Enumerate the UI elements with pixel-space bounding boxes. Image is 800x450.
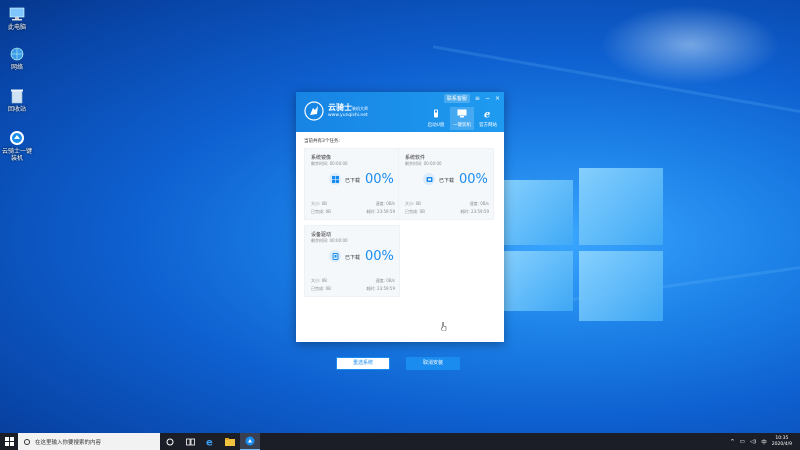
wallpaper-cloud xyxy=(600,5,780,85)
usb-icon xyxy=(434,109,438,118)
task-remaining: 剩余时间: 00:00:00 xyxy=(405,161,442,166)
system-tray: ^ ▭ ◁) 中 10:35 2020/4/9 xyxy=(730,433,800,450)
task-elapsed: 耗时: 23:59:59 xyxy=(366,209,395,214)
task-view-button[interactable] xyxy=(180,433,200,450)
windows-icon xyxy=(329,173,341,185)
svg-text:e: e xyxy=(206,438,213,447)
computer-icon xyxy=(8,6,26,22)
task-count: 当前共有3个任务: xyxy=(304,139,340,144)
task-done: 已完成: 0B xyxy=(405,209,425,214)
driver-icon xyxy=(329,250,341,262)
search-icon xyxy=(24,438,30,445)
window-controls: 联系客服 ≡ − × xyxy=(443,94,500,103)
hand-cursor-icon xyxy=(441,322,447,331)
brand-name: 云骑士装机大师 xyxy=(328,103,368,112)
menu-icon[interactable]: ≡ xyxy=(475,95,480,102)
task-name: 系统镜像 xyxy=(311,155,332,161)
task-percent: 00% xyxy=(365,172,394,187)
task-name: 系统软件 xyxy=(405,155,426,161)
task-size: 大小: 0B xyxy=(311,201,327,206)
svg-text:e: e xyxy=(484,110,490,119)
task-done: 已完成: 0B xyxy=(311,286,331,291)
task-size: 大小: 0B xyxy=(405,201,421,206)
edge-button[interactable]: e xyxy=(200,433,220,450)
task-percent: 00% xyxy=(365,249,394,264)
task-card-system-software: 系统软件 剩余时间: 00:00:00 已下载 00% 大小: 0B 速度: 0B… xyxy=(398,148,494,220)
taskbar-search[interactable]: 在这里输入你要搜索的内容 xyxy=(18,433,160,450)
task-status: 已下载 xyxy=(439,178,455,184)
task-status: 已下载 xyxy=(345,255,361,261)
brand: 云骑士装机大师 www.yunqishi.net xyxy=(304,101,368,121)
task-view-icon xyxy=(185,438,195,445)
task-speed: 速度: 0B/s xyxy=(375,278,395,283)
recycle-bin-icon xyxy=(8,88,26,104)
search-placeholder: 在这里输入你要搜索的内容 xyxy=(35,439,102,446)
yunqishi-icon xyxy=(8,130,26,146)
tab-one-click-install[interactable]: 一键装机 xyxy=(450,107,474,130)
knight-logo-icon xyxy=(304,101,324,121)
tab-official-site[interactable]: e 官方网站 xyxy=(476,107,500,130)
window-header: 云骑士装机大师 www.yunqishi.net 联系客服 ≡ − × 启动U盘… xyxy=(296,92,504,132)
close-icon[interactable]: × xyxy=(495,95,500,102)
clock-date: 2020/4/9 xyxy=(771,441,792,447)
yunqishi-window: 云骑士装机大师 www.yunqishi.net 联系客服 ≡ − × 启动U盘… xyxy=(296,92,504,370)
task-elapsed: 耗时: 23:59:59 xyxy=(366,286,395,291)
yunqishi-taskbar-button[interactable] xyxy=(240,433,260,450)
window-body: 当前共有3个任务: 系统镜像 剩余时间: 00:00:00 已下载 00% 大小… xyxy=(296,132,504,370)
windows-start-icon xyxy=(4,437,14,446)
task-card-system-image: 系统镜像 剩余时间: 00:00:00 已下载 00% 大小: 0B 速度: 0B… xyxy=(304,148,400,220)
network-tray-icon[interactable]: ▭ xyxy=(740,439,745,445)
monitor-icon xyxy=(457,109,467,118)
top-tabs: 启动U盘 一键装机 e 官方网站 xyxy=(422,107,500,130)
wallpaper-windows-logo xyxy=(503,150,663,321)
desktop-icon-yunqishi[interactable]: 云骑士一键装机 xyxy=(0,130,34,162)
show-hidden-icons[interactable]: ^ xyxy=(730,439,735,445)
file-explorer-button[interactable] xyxy=(220,433,240,450)
ie-icon: e xyxy=(484,110,490,121)
taskbar: 在这里输入你要搜索的内容 e ^ ▭ ◁) 中 10:35 2020/4/9 xyxy=(0,433,800,450)
brand-url: www.yunqishi.net xyxy=(328,113,368,118)
task-status: 已下载 xyxy=(345,178,361,184)
task-elapsed: 耗时: 23:59:59 xyxy=(460,209,489,214)
cortana-button[interactable] xyxy=(160,433,180,450)
yunqishi-icon xyxy=(245,436,255,446)
task-name: 设备驱动 xyxy=(311,232,332,238)
clock[interactable]: 10:35 2020/4/9 xyxy=(772,436,792,448)
task-percent: 00% xyxy=(459,172,488,187)
task-done: 已完成: 0B xyxy=(311,209,331,214)
folder-icon xyxy=(225,437,235,446)
task-remaining: 剩余时间: 00:00:00 xyxy=(311,161,348,166)
edge-icon: e xyxy=(206,438,213,447)
desktop-icon-network[interactable]: 网络 xyxy=(0,46,34,71)
volume-icon[interactable]: ◁) xyxy=(750,439,756,445)
desktop-icon-recycle-bin[interactable]: 回收站 xyxy=(0,88,34,113)
start-button[interactable] xyxy=(0,433,18,450)
cortana-icon xyxy=(166,438,174,445)
minimize-icon[interactable]: − xyxy=(485,95,490,102)
desktop-icon-this-pc[interactable]: 此电脑 xyxy=(0,6,34,31)
tab-usb-boot[interactable]: 启动U盘 xyxy=(424,107,448,130)
cancel-install-button[interactable]: 取消安装 xyxy=(406,357,460,370)
contact-support-button[interactable]: 联系客服 xyxy=(443,94,470,103)
input-method-indicator[interactable]: 中 xyxy=(761,438,767,446)
task-speed: 速度: 0B/s xyxy=(375,201,395,206)
task-remaining: 剩余时间: 00:00:00 xyxy=(311,238,348,243)
reselect-system-button[interactable]: 重选系统 xyxy=(336,357,390,370)
task-card-device-driver: 设备驱动 剩余时间: 00:00:00 已下载 00% 大小: 0B 速度: 0B… xyxy=(304,225,400,297)
task-speed: 速度: 0B/s xyxy=(469,201,489,206)
task-size: 大小: 0B xyxy=(311,278,327,283)
software-icon xyxy=(423,173,435,185)
network-icon xyxy=(8,46,26,62)
